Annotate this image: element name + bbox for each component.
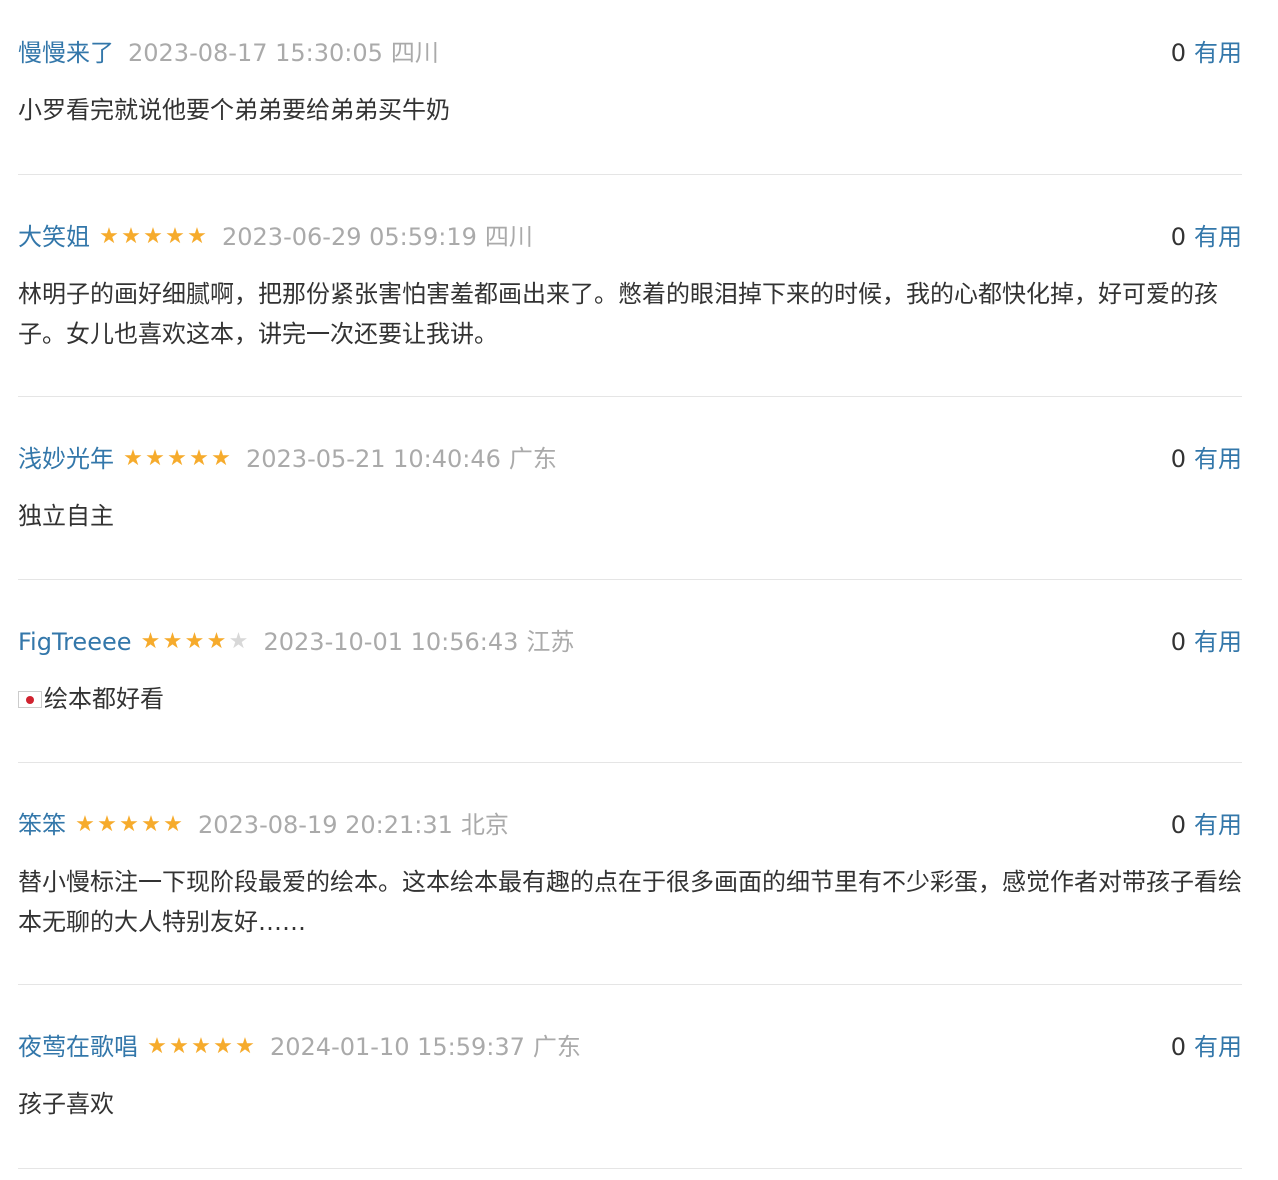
comment-location: 四川 (390, 39, 439, 67)
username-link[interactable]: 大笑姐 (18, 222, 90, 252)
star-empty-icon: ★ (228, 629, 249, 654)
star-icon: ★ (211, 446, 231, 471)
star-icon: ★ (97, 812, 117, 837)
vote-count: 0 (1170, 811, 1186, 839)
vote-area: 0 有用 (1171, 627, 1242, 657)
comment-item: FigTreeee ★ ★ ★ ★ ★ 2023-10-01 10:56:43 江苏 0… (18, 627, 1242, 763)
star-icon: ★ (145, 446, 165, 471)
comment-location: 四川 (484, 223, 533, 251)
star-icon: ★ (165, 224, 185, 249)
star-icon: ★ (162, 629, 183, 654)
comment-location: 北京 (460, 811, 509, 839)
username-link[interactable]: 慢慢来了 (18, 38, 114, 68)
comment-item: 笨笨 ★ ★ ★ ★ ★ 2023-08-19 20:21:31 北京 0 有用 替小慢… (18, 810, 1242, 985)
comment-time: 2023-08-17 15:30:05 (128, 39, 383, 67)
vote-count: 0 (1170, 39, 1186, 67)
username-link[interactable]: 笨笨 (18, 810, 66, 840)
comment-meta: 夜莺在歌唱 ★ ★ ★ ★ ★ 2024-01-10 15:59:37 广东 (18, 1032, 581, 1062)
comment-time: 2023-05-21 10:40:46 (246, 445, 501, 473)
username-link[interactable]: 浅妙光年 (18, 444, 114, 474)
rating-stars: ★ ★ ★ ★ ★ (140, 627, 250, 657)
username-link[interactable]: FigTreeee (18, 627, 132, 657)
star-icon: ★ (140, 629, 161, 654)
star-icon: ★ (167, 446, 187, 471)
star-icon: ★ (191, 1034, 211, 1059)
comment-location: 江苏 (526, 628, 575, 656)
star-icon: ★ (119, 812, 139, 837)
vote-count: 0 (1170, 223, 1186, 251)
star-icon: ★ (187, 224, 207, 249)
vote-area: 0 有用 (1171, 38, 1242, 68)
comment-text: 绘本都好看 (18, 679, 1242, 719)
comment-location: 广东 (532, 1033, 581, 1061)
comment-meta: 浅妙光年 ★ ★ ★ ★ ★ 2023-05-21 10:40:46 广东 (18, 444, 557, 474)
rating-stars: ★ ★ ★ ★ ★ (146, 1032, 256, 1062)
star-icon: ★ (99, 224, 119, 249)
comment-time: 2023-10-01 10:56:43 (263, 628, 519, 656)
star-icon: ★ (75, 812, 95, 837)
vote-area: 0 有用 (1171, 444, 1242, 474)
useful-vote-button[interactable]: 有用 (1194, 810, 1242, 840)
comment-time: 2023-06-29 05:59:19 (222, 223, 477, 251)
useful-vote-button[interactable]: 有用 (1194, 38, 1242, 68)
comment-text-body: 绘本都好看 (44, 685, 164, 713)
vote-count: 0 (1170, 628, 1186, 656)
star-icon: ★ (141, 812, 161, 837)
vote-area: 0 有用 (1171, 1032, 1242, 1062)
username-link[interactable]: 夜莺在歌唱 (18, 1032, 138, 1062)
vote-area: 0 有用 (1171, 222, 1242, 252)
comment-list: 慢慢来了 2023-08-17 15:30:05 四川 0 有用 小罗看完就说他… (0, 0, 1278, 1180)
comment-text: 孩子喜欢 (18, 1090, 114, 1118)
comment-item: 大笑姐 ★ ★ ★ ★ ★ 2023-06-29 05:59:19 四川 0 有用 林明… (18, 222, 1242, 397)
useful-vote-button[interactable]: 有用 (1194, 627, 1242, 657)
star-icon: ★ (143, 224, 163, 249)
star-icon: ★ (235, 1034, 255, 1059)
rating-stars: ★ ★ ★ ★ ★ (122, 444, 232, 474)
star-icon: ★ (123, 446, 143, 471)
vote-area: 0 有用 (1171, 810, 1242, 840)
star-icon: ★ (121, 224, 141, 249)
comment-location: 广东 (508, 445, 557, 473)
comment-text: 替小慢标注一下现阶段最爱的绘本。这本绘本最有趣的点在于很多画面的细节里有不少彩蛋… (18, 868, 1242, 936)
star-icon: ★ (206, 629, 227, 654)
star-icon: ★ (213, 1034, 233, 1059)
useful-vote-button[interactable]: 有用 (1194, 222, 1242, 252)
comment-text: 小罗看完就说他要个弟弟要给弟弟买牛奶 (18, 96, 450, 124)
comment-item: 夜莺在歌唱 ★ ★ ★ ★ ★ 2024-01-10 15:59:37 广东 0 有用 … (18, 1032, 1242, 1169)
comment-text: 独立自主 (18, 502, 114, 530)
japan-flag-icon (18, 691, 42, 708)
comment-meta: 慢慢来了 2023-08-17 15:30:05 四川 (18, 38, 439, 68)
star-icon: ★ (169, 1034, 189, 1059)
star-icon: ★ (189, 446, 209, 471)
comment-time: 2023-08-19 20:21:31 (198, 811, 453, 839)
comment-time: 2024-01-10 15:59:37 (270, 1033, 525, 1061)
comment-item: 浅妙光年 ★ ★ ★ ★ ★ 2023-05-21 10:40:46 广东 0 有用 独… (18, 444, 1242, 580)
vote-count: 0 (1170, 445, 1186, 473)
star-icon: ★ (184, 629, 205, 654)
rating-stars: ★ ★ ★ ★ ★ (98, 222, 208, 252)
comment-item: 慢慢来了 2023-08-17 15:30:05 四川 0 有用 小罗看完就说他… (18, 38, 1242, 175)
comment-meta: 笨笨 ★ ★ ★ ★ ★ 2023-08-19 20:21:31 北京 (18, 810, 509, 840)
comment-meta: FigTreeee ★ ★ ★ ★ ★ 2023-10-01 10:56:43 江苏 (18, 627, 574, 657)
star-icon: ★ (163, 812, 183, 837)
vote-count: 0 (1170, 1033, 1186, 1061)
useful-vote-button[interactable]: 有用 (1194, 444, 1242, 474)
comment-meta: 大笑姐 ★ ★ ★ ★ ★ 2023-06-29 05:59:19 四川 (18, 222, 533, 252)
rating-stars: ★ ★ ★ ★ ★ (74, 810, 184, 840)
comment-text: 林明子的画好细腻啊，把那份紧张害怕害羞都画出来了。憋着的眼泪掉下来的时候，我的心… (18, 280, 1218, 348)
star-icon: ★ (147, 1034, 167, 1059)
useful-vote-button[interactable]: 有用 (1194, 1032, 1242, 1062)
